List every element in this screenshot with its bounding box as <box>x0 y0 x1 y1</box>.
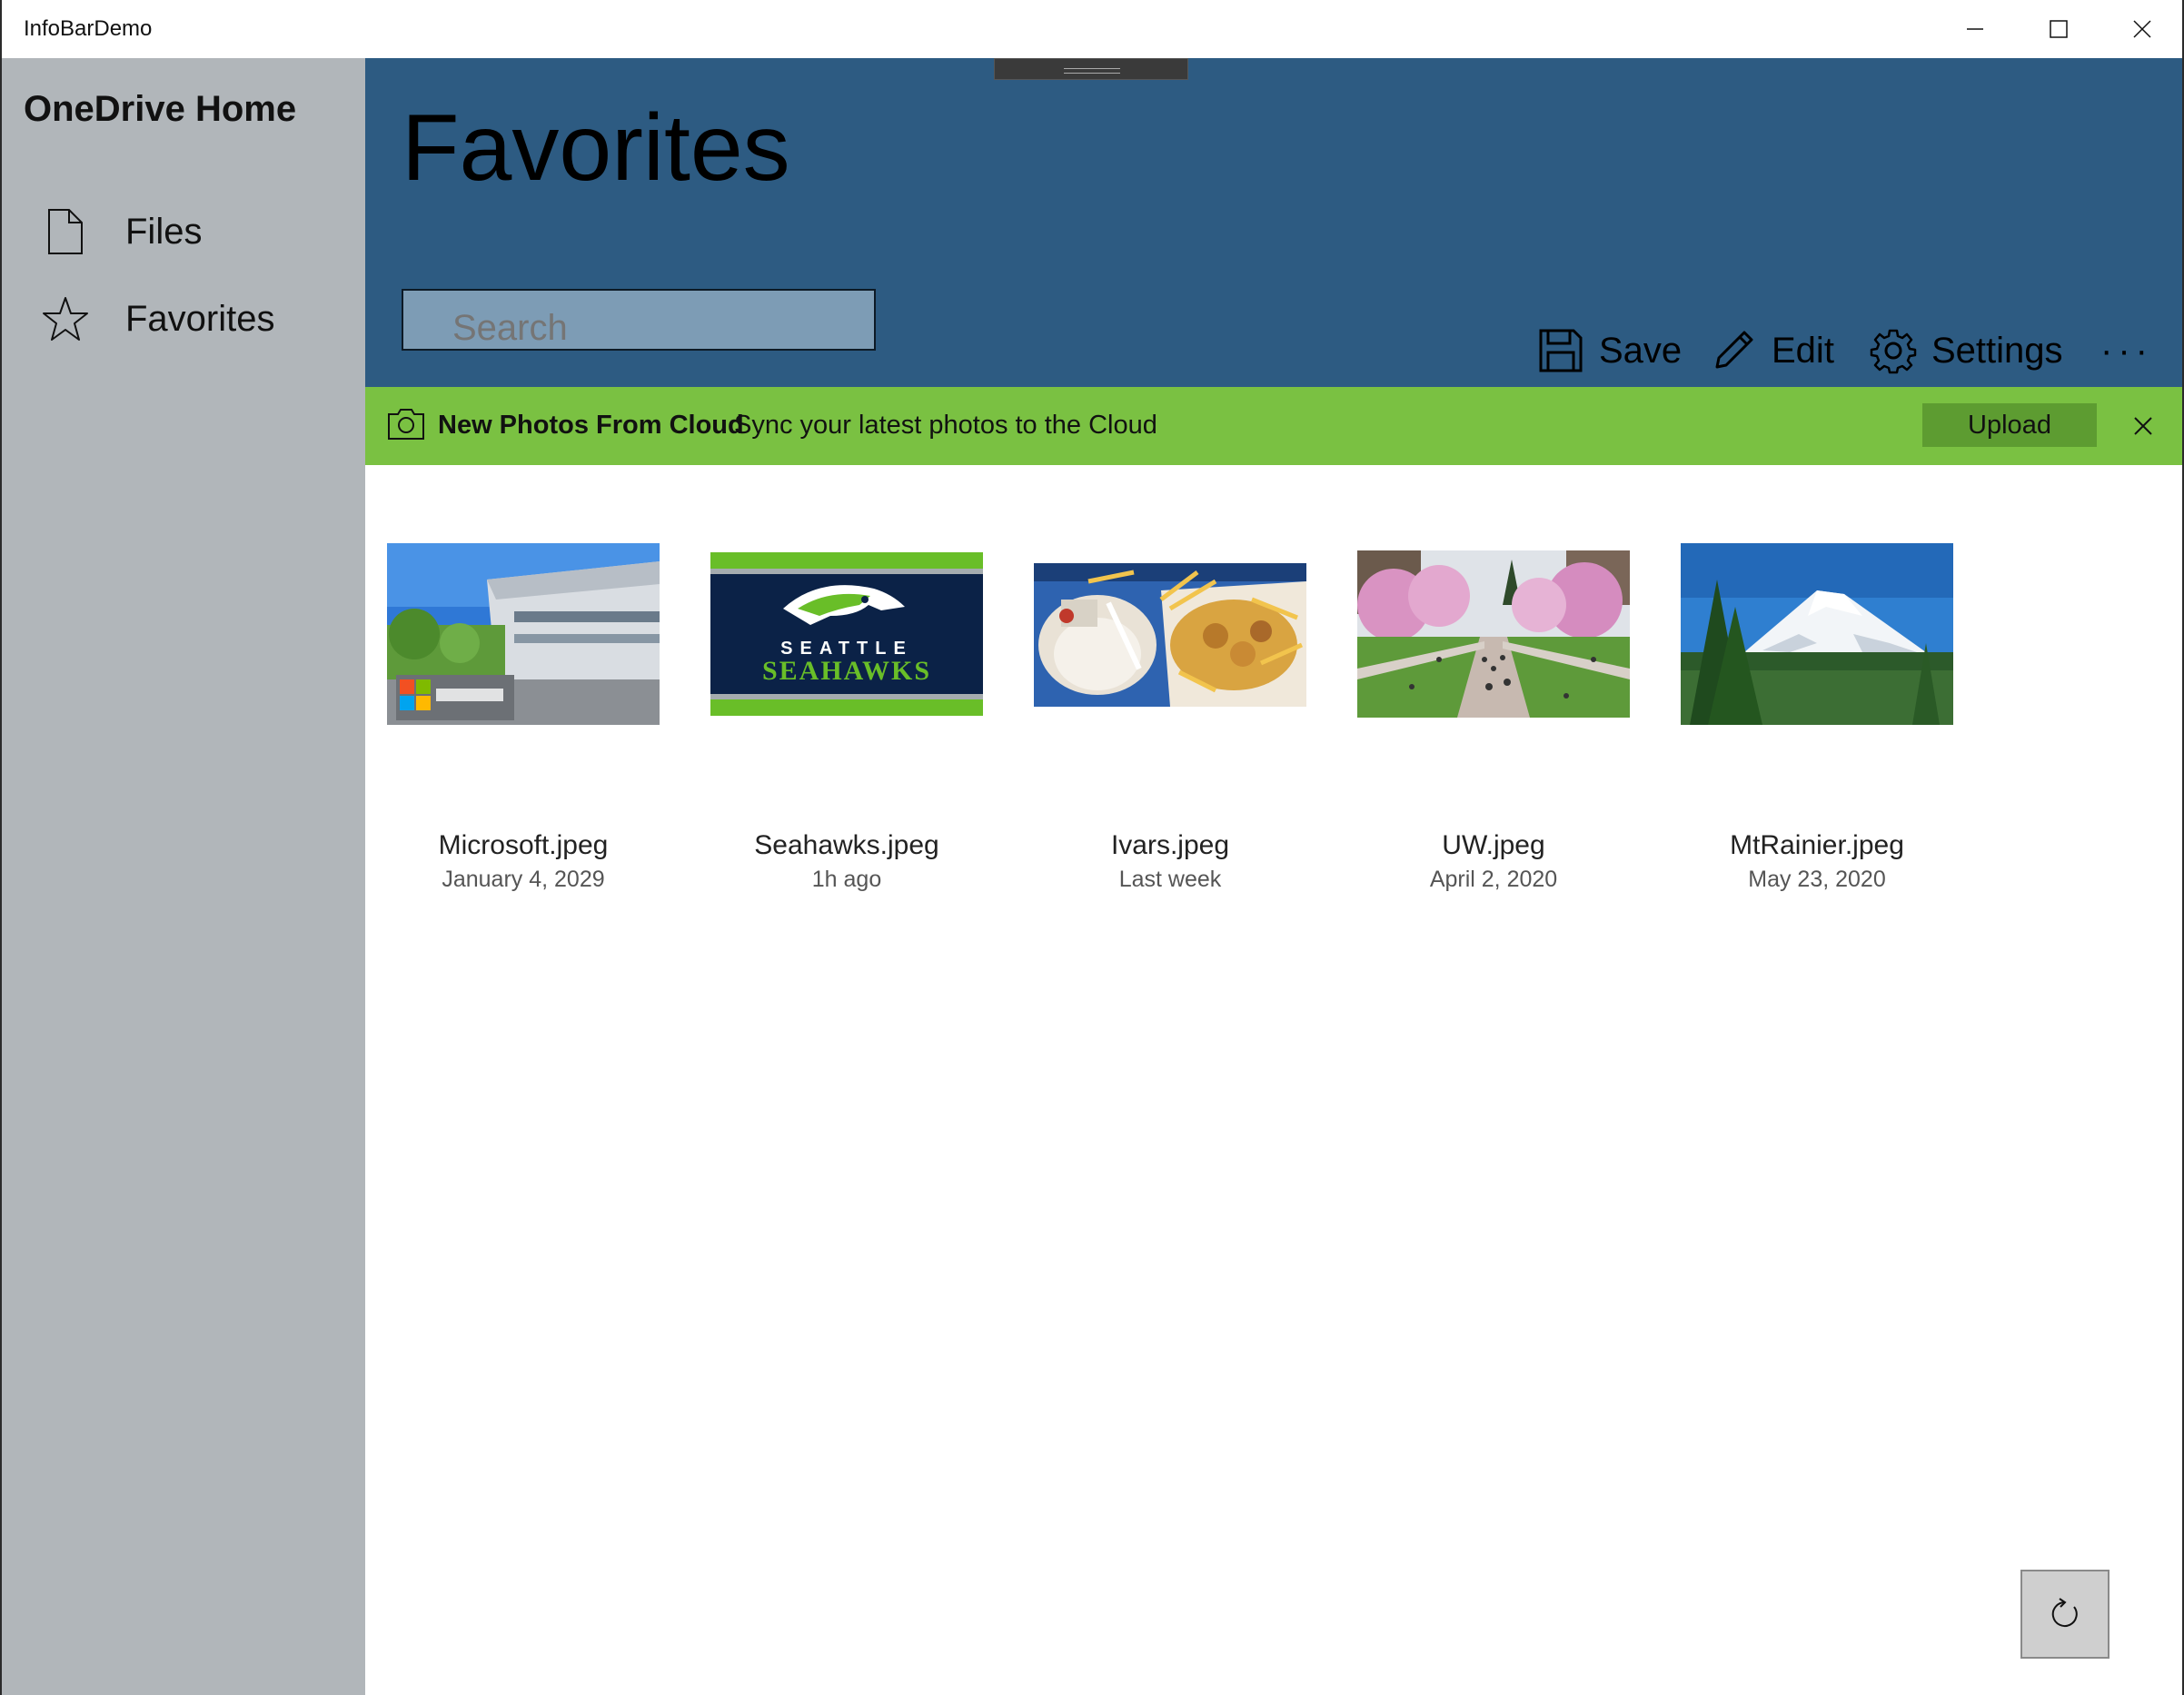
sidebar: OneDrive Home Files Favorites <box>0 58 365 1695</box>
info-bar-title: New Photos From Cloud <box>438 411 744 440</box>
window-controls <box>1933 0 2184 58</box>
refresh-button[interactable] <box>2020 1570 2110 1659</box>
edit-button[interactable]: Edit <box>1710 322 1834 380</box>
maximize-button[interactable] <box>2017 0 2100 58</box>
info-bar: New Photos From Cloud Sync your latest p… <box>365 387 2184 465</box>
photo-thumbnail: SEATTLE SEAHAWKS <box>710 552 983 716</box>
sidebar-item-files[interactable]: Files <box>0 193 365 271</box>
photo-thumbnail <box>1357 550 1630 718</box>
document-icon <box>48 209 83 254</box>
photo-thumbnail <box>1034 563 1306 707</box>
close-window-button[interactable] <box>2100 0 2184 58</box>
photo-name: MtRainier.jpeg <box>1730 830 1904 860</box>
minimize-icon <box>1967 28 1983 30</box>
photo-item[interactable]: Microsoft.jpeg January 4, 2029 <box>387 532 660 914</box>
window-border-left <box>0 0 2 1695</box>
more-options-button[interactable]: ··· <box>2100 331 2153 372</box>
photo-date: January 4, 2029 <box>442 867 605 892</box>
photo-thumbnail <box>1681 543 1953 725</box>
close-icon[interactable] <box>2128 411 2159 441</box>
sidebar-item-favorites[interactable]: Favorites <box>0 280 365 358</box>
photo-name: Seahawks.jpeg <box>754 830 939 860</box>
photo-item[interactable]: UW.jpeg April 2, 2020 <box>1357 532 1630 914</box>
save-label: Save <box>1599 330 1683 371</box>
photo-item[interactable]: SEATTLE SEAHAWKS Seahawks.jpeg 1h ago <box>710 532 983 914</box>
photo-name: Microsoft.jpeg <box>438 830 609 860</box>
settings-label: Settings <box>1931 330 2063 371</box>
gear-icon <box>1870 329 1917 374</box>
photo-name: Ivars.jpeg <box>1110 830 1230 860</box>
edit-label: Edit <box>1772 330 1834 371</box>
save-button[interactable]: Save <box>1537 322 1682 380</box>
photo-item[interactable]: Ivars.jpeg Last week <box>1034 532 1306 914</box>
title-bar: InfoBarDemo <box>0 0 2184 59</box>
minimize-button[interactable] <box>1933 0 2017 58</box>
photo-thumbnail <box>387 543 660 725</box>
window-title: InfoBarDemo <box>24 16 153 41</box>
photo-item[interactable]: MtRainier.jpeg May 23, 2020 <box>1681 532 1953 914</box>
info-bar-message: Sync your latest photos to the Cloud <box>734 411 1157 440</box>
header: Favorites Save Edit Settings ··· <box>365 58 2184 387</box>
page-title: Favorites <box>402 95 790 201</box>
seahawks-logo-bottom: SEAHAWKS <box>762 656 931 686</box>
photo-gallery: Microsoft.jpeg January 4, 2029 SEATTLE S… <box>365 465 2184 1695</box>
close-icon <box>2133 20 2151 38</box>
sidebar-item-label: Files <box>125 211 203 252</box>
maximize-icon <box>2050 20 2068 38</box>
upload-button[interactable]: Upload <box>1922 403 2097 447</box>
photo-date: 1h ago <box>811 867 882 892</box>
pencil-icon <box>1715 331 1753 369</box>
sidebar-item-label: Favorites <box>125 298 275 339</box>
settings-button[interactable]: Settings <box>1870 322 2063 380</box>
photo-date: Last week <box>1118 867 1222 892</box>
camera-icon <box>388 409 424 440</box>
sidebar-brand: OneDrive Home <box>24 89 297 129</box>
drag-handle[interactable] <box>994 58 1188 80</box>
star-icon <box>43 297 88 341</box>
refresh-icon <box>2051 1598 2078 1627</box>
save-icon <box>1539 329 1583 372</box>
photo-name: UW.jpeg <box>1442 830 1545 860</box>
app-window: InfoBarDemo OneDrive Home Files Favorite… <box>0 0 2184 1695</box>
photo-date: April 2, 2020 <box>1429 867 1558 892</box>
search-input[interactable] <box>402 289 876 351</box>
photo-date: May 23, 2020 <box>1748 867 1886 892</box>
